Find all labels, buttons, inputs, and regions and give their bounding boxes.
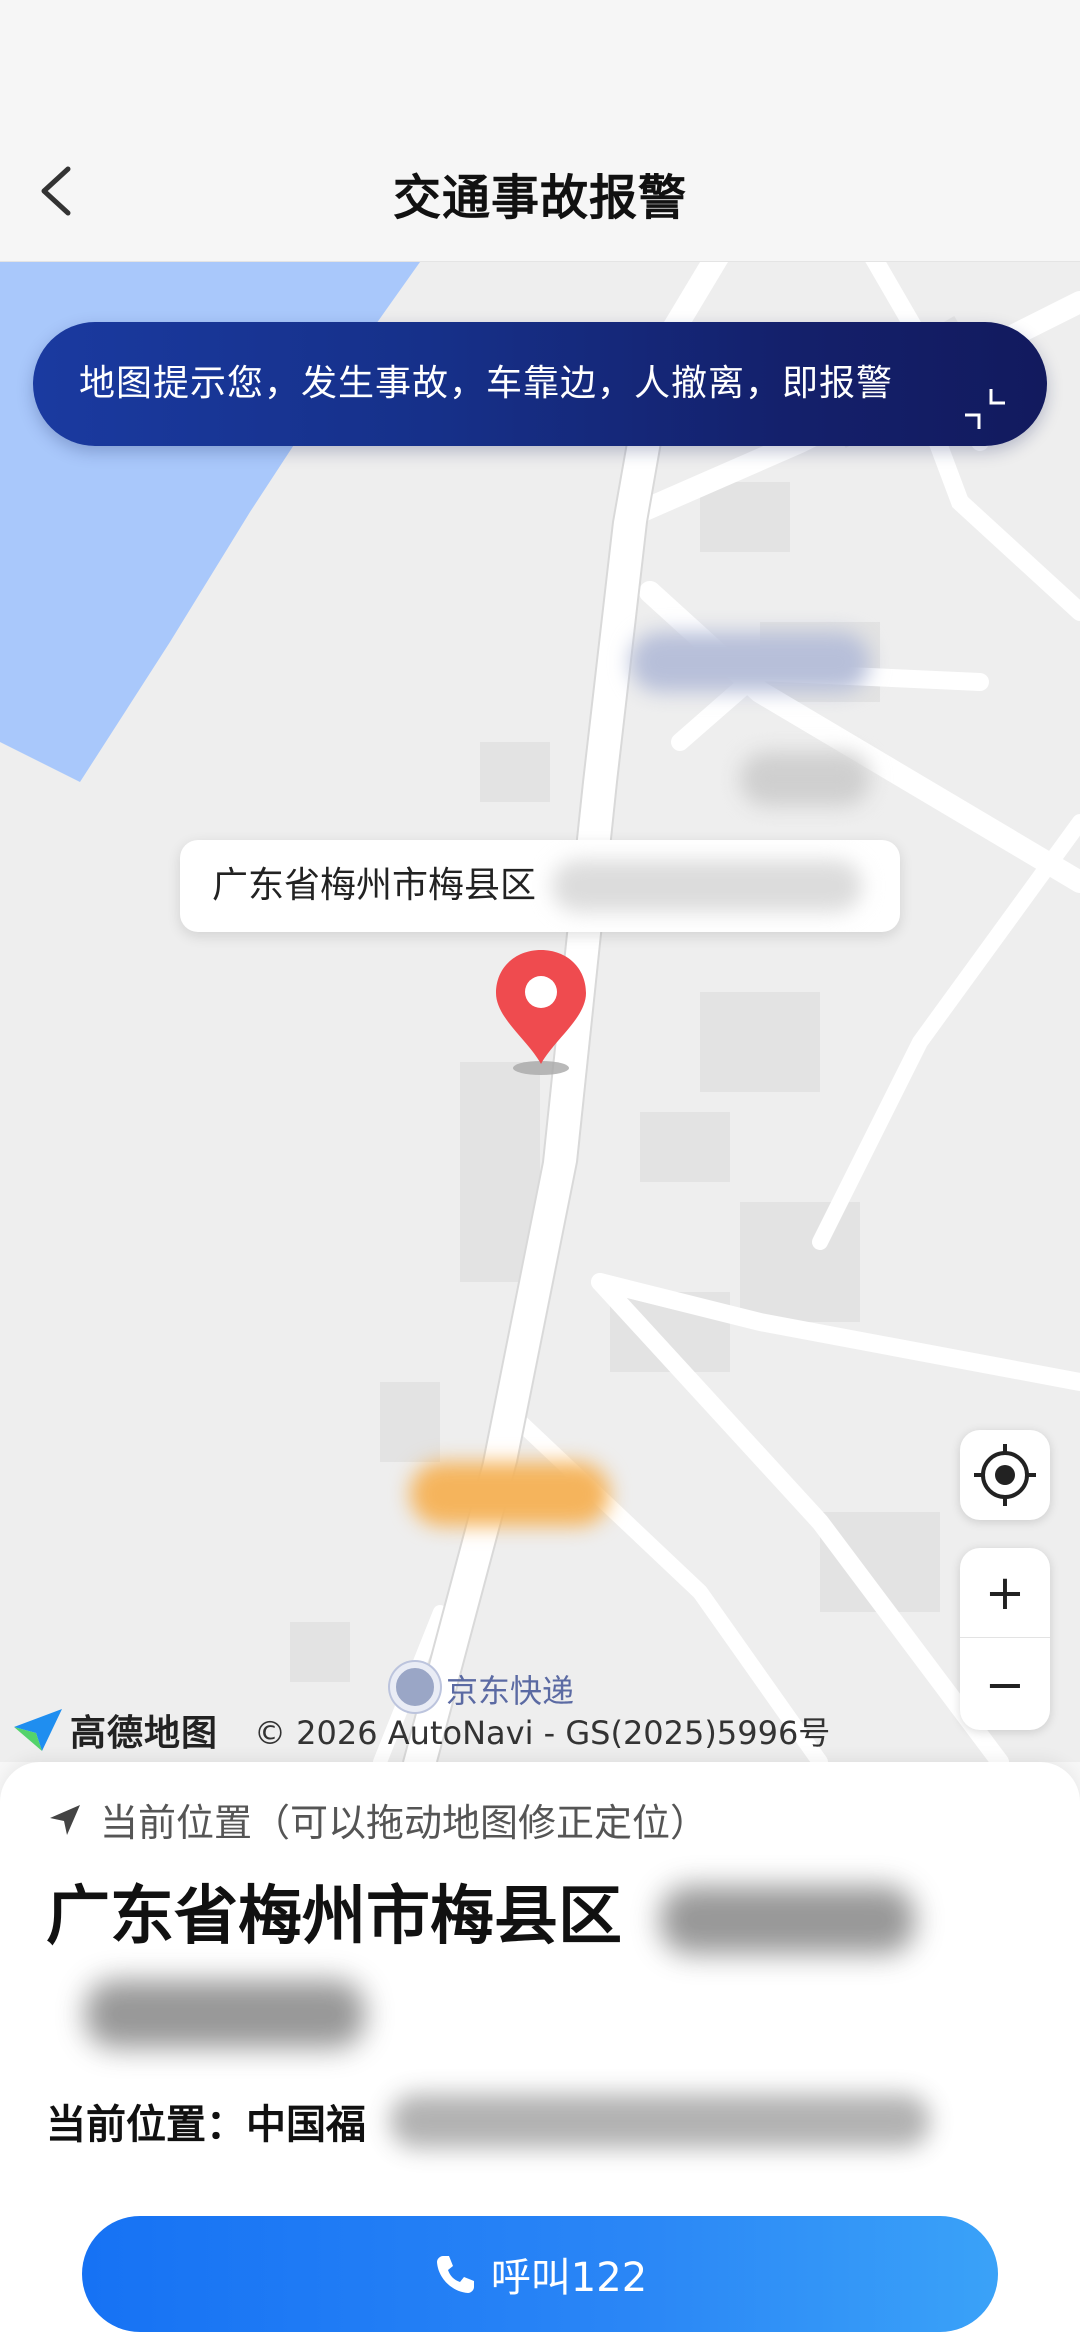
map-view[interactable]: 水东坊 地图提示您，发生事故，车靠边，人撤离，即报警 广东省梅州市梅县区 (0, 262, 1080, 1762)
zoom-out-button[interactable]: − (960, 1640, 1050, 1730)
amap-logo-text: 高德地图 (70, 1713, 219, 1754)
map-copyright: © 2026 AutoNavi - GS(2025)5996号 (254, 1714, 831, 1752)
amap-logo-icon (14, 1709, 62, 1751)
location-redaction (390, 2094, 930, 2148)
navigation-arrow-icon (50, 1804, 80, 1835)
locate-button[interactable] (960, 1430, 1050, 1520)
location-hint: 当前位置（可以拖动地图修正定位） (46, 1792, 708, 1847)
locate-target-icon (974, 1444, 1036, 1506)
map-pin[interactable] (488, 946, 594, 1076)
page-title: 交通事故报警 (392, 170, 687, 226)
courier-poi-label[interactable]: 京东快递 (446, 1666, 574, 1712)
location-callout: 广东省梅州市梅县区 (180, 840, 900, 932)
callout-address: 广东省梅州市梅县区 (212, 865, 537, 906)
address-redaction-1 (660, 1886, 915, 1954)
safety-banner: 地图提示您，发生事故，车靠边，人撤离，即报警 (33, 322, 1047, 446)
collapse-button[interactable] (961, 360, 1009, 429)
phone-icon (436, 2256, 474, 2293)
amap-logo: 高德地图 (12, 1705, 218, 1755)
callout-redaction (552, 860, 862, 912)
location-hint-text: 当前位置（可以拖动地图修正定位） (100, 1801, 709, 1845)
current-location-line: 当前位置：中国福 (46, 2102, 366, 2148)
call-button-label: 呼叫122 (490, 2255, 648, 2301)
page: 交通事故报警 地图提示您，发生事故，车靠边，人撤离，即报警 广东省梅州市梅县区 … (0, 0, 1080, 2337)
zoom-control: + − (960, 1548, 1050, 1730)
zoom-in-button[interactable]: + (960, 1548, 1050, 1638)
map-pin-icon (496, 950, 586, 1075)
call-122-button[interactable]: 呼叫122 (82, 2216, 998, 2332)
location-sheet: 当前位置（可以拖动地图修正定位） 广东省梅州市梅县区 当前位置：中国福 呼叫12… (0, 1762, 1080, 2337)
address-redaction-2 (85, 1980, 365, 2048)
header: 交通事故报警 (0, 0, 1080, 262)
collapse-corner-icon (965, 389, 1005, 429)
banner-text: 地图提示您，发生事故，车靠边，人撤离，即报警 (79, 363, 894, 404)
courier-poi-icon (390, 1662, 440, 1712)
